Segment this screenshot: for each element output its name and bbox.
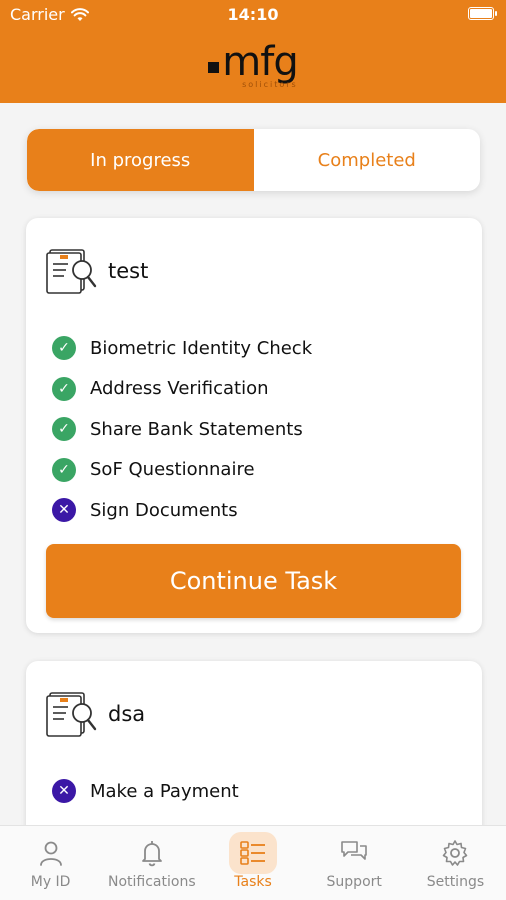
tab-in-progress[interactable]: In progress xyxy=(27,129,254,191)
tab-label: My ID xyxy=(30,874,71,890)
tasks-icon xyxy=(240,841,265,865)
step-label: Make a Payment xyxy=(90,780,239,802)
step-label: Address Verification xyxy=(90,378,269,400)
task-filter-segmented: In progress Completed xyxy=(27,129,480,191)
step-label: Biometric Identity Check xyxy=(90,337,313,359)
bottom-tab-bar: My ID Notifications Tasks Support Settin… xyxy=(0,825,506,900)
step-label: SoF Questionnaire xyxy=(90,459,255,481)
task-steps-list: ✓ Biometric Identity Check ✓ Address Ver… xyxy=(52,328,312,531)
logo-subtext: solicitors xyxy=(242,80,298,89)
task-title: dsa xyxy=(108,702,146,726)
tab-label: Tasks xyxy=(234,874,272,890)
check-circle-icon: ✓ xyxy=(52,417,76,442)
task-card: test ✓ Biometric Identity Check ✓ Addres… xyxy=(26,218,482,633)
logo-dot xyxy=(208,62,220,73)
tab-support[interactable]: Support xyxy=(304,826,405,900)
brand-logo: mfg solicitors xyxy=(0,39,506,89)
check-circle-icon: ✓ xyxy=(52,336,76,361)
task-card-header: dsa xyxy=(46,691,145,737)
check-circle-icon: ✓ xyxy=(52,457,76,482)
tab-label: Support xyxy=(326,874,382,890)
list-item: ✓ Biometric Identity Check xyxy=(52,328,312,369)
list-item: ✓ Address Verification xyxy=(52,369,312,410)
check-circle-icon: ✓ xyxy=(52,376,76,401)
list-item: ✓ SoF Questionnaire xyxy=(52,450,312,491)
list-item: ✕ Make a Payment xyxy=(52,771,239,812)
continue-task-button[interactable]: Continue Task xyxy=(46,544,461,618)
status-time: 14:10 xyxy=(227,5,279,24)
document-search-icon xyxy=(46,692,97,737)
x-circle-icon: ✕ xyxy=(52,498,76,523)
chat-bubbles-icon xyxy=(341,841,368,860)
tab-my-id[interactable]: My ID xyxy=(0,826,101,900)
tab-label: Notifications xyxy=(107,874,196,890)
gear-icon xyxy=(443,840,468,866)
bell-icon xyxy=(141,841,162,867)
step-label: Sign Documents xyxy=(90,499,238,521)
logo-text: mfg xyxy=(222,39,298,85)
tab-tasks[interactable]: Tasks xyxy=(202,826,303,900)
task-steps-list: ✕ Make a Payment xyxy=(52,771,239,812)
battery-icon xyxy=(468,7,497,20)
task-card-header: test xyxy=(46,248,148,294)
tab-settings[interactable]: Settings xyxy=(405,826,506,900)
tab-notifications[interactable]: Notifications xyxy=(101,826,202,900)
tab-label: Settings xyxy=(426,874,485,890)
tab-completed[interactable]: Completed xyxy=(254,129,481,191)
list-item: ✓ Share Bank Statements xyxy=(52,409,312,450)
person-icon xyxy=(39,841,62,866)
list-item: ✕ Sign Documents xyxy=(52,490,312,531)
task-title: test xyxy=(108,259,149,283)
step-label: Share Bank Statements xyxy=(90,418,303,440)
app-header: Carrier 14:10 mfg solicitors xyxy=(0,0,506,103)
status-bar: Carrier 14:10 xyxy=(0,0,506,30)
x-circle-icon: ✕ xyxy=(52,779,76,804)
document-search-icon xyxy=(46,249,97,294)
